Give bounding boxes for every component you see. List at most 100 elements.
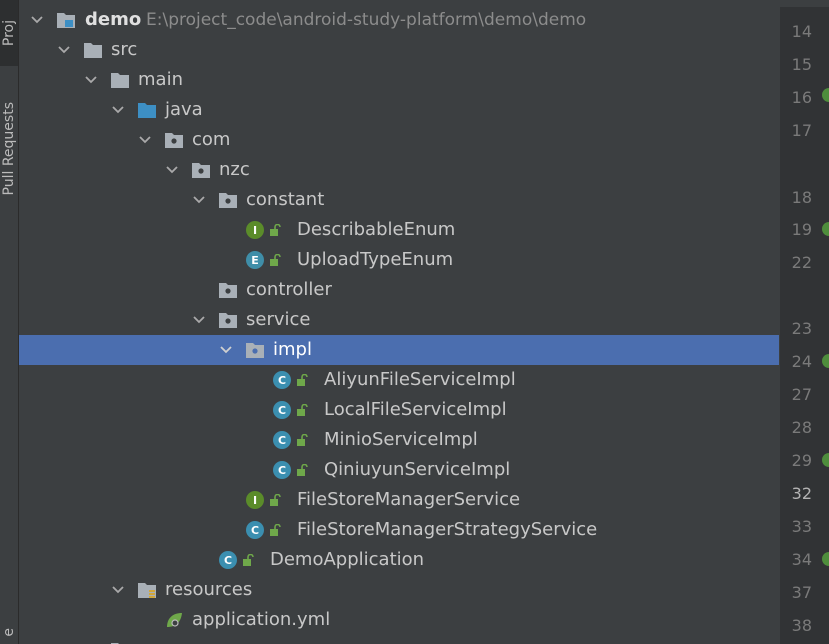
tree-label: com xyxy=(192,129,231,150)
package-icon xyxy=(246,343,264,358)
enum-icon: E xyxy=(246,251,264,269)
unlock-icon xyxy=(297,464,308,476)
line-number: 24 xyxy=(791,352,812,371)
implementation-gutter-icon[interactable] xyxy=(822,453,829,467)
line-number: 27 xyxy=(791,385,812,404)
class-icon: C xyxy=(273,401,291,419)
tree-row-local[interactable]: C LocalFileServiceImpl xyxy=(19,395,779,425)
tree-label: controller xyxy=(246,279,332,300)
line-number: 33 xyxy=(791,517,812,536)
package-icon xyxy=(219,313,237,328)
tree-row-partial xyxy=(19,635,779,644)
spring-boot-class-icon: C xyxy=(219,551,237,569)
tree-row-constant[interactable]: constant xyxy=(19,185,779,215)
folder-icon xyxy=(84,43,102,58)
chevron-down-icon xyxy=(84,635,98,644)
tree-row-fsm-strategy[interactable]: C FileStoreManagerStrategyService xyxy=(19,515,779,545)
tree-label: constant xyxy=(246,189,325,210)
resources-folder-icon xyxy=(138,583,156,598)
tree-row-fsm-service[interactable]: I FileStoreManagerService xyxy=(19,485,779,515)
line-number: 29 xyxy=(791,451,812,470)
unlock-icon xyxy=(270,254,281,266)
line-number: 16 xyxy=(791,88,812,107)
tree-row-com[interactable]: com xyxy=(19,125,779,155)
chevron-down-icon[interactable] xyxy=(192,305,206,335)
chevron-down-icon[interactable] xyxy=(138,125,152,155)
unlock-icon xyxy=(270,224,281,236)
unlock-icon xyxy=(243,554,254,566)
line-number: 23 xyxy=(791,319,812,338)
spring-leaf-icon xyxy=(167,613,182,627)
tree-row-minio[interactable]: C MinioServiceImpl xyxy=(19,425,779,455)
pull-requests-tool-tab[interactable]: Pull Requests xyxy=(0,84,18,214)
tree-row-describable-enum[interactable]: I DescribableEnum xyxy=(19,215,779,245)
tree-label: service xyxy=(246,309,311,330)
line-number: 22 xyxy=(791,253,812,272)
package-icon xyxy=(219,193,237,208)
editor-gutter: 14 15 16 17 18 19 22 23 24 27 28 29 32 3… xyxy=(779,0,829,644)
tree-row-controller[interactable]: controller xyxy=(19,275,779,305)
chevron-down-icon[interactable] xyxy=(192,185,206,215)
interface-icon: I xyxy=(246,221,264,239)
tree-row-impl[interactable]: impl xyxy=(19,335,779,365)
chevron-down-icon[interactable] xyxy=(165,155,179,185)
tree-row-resources[interactable]: resources xyxy=(19,575,779,605)
line-number: 34 xyxy=(791,550,812,569)
tree-row-demo-application[interactable]: C DemoApplication xyxy=(19,545,779,575)
tree-row-main[interactable]: main xyxy=(19,65,779,95)
tree-row-java[interactable]: java xyxy=(19,95,779,125)
line-number: 19 xyxy=(791,220,812,239)
chevron-down-icon[interactable] xyxy=(111,575,125,605)
unlock-icon xyxy=(297,434,308,446)
current-line-number: 32 xyxy=(791,484,812,503)
run-gutter-icon[interactable] xyxy=(822,88,829,102)
tree-row-service[interactable]: service xyxy=(19,305,779,335)
source-folder-icon xyxy=(138,103,156,118)
root-module-path: E:\project_code\android-study-platform\d… xyxy=(146,10,587,30)
package-icon xyxy=(219,283,237,298)
package-icon xyxy=(192,163,210,178)
chevron-down-icon[interactable] xyxy=(219,335,233,365)
class-icon: C xyxy=(273,431,291,449)
implementation-gutter-icon[interactable] xyxy=(822,354,829,368)
tree-label: DemoApplication xyxy=(270,549,425,570)
tree-label: src xyxy=(111,39,138,60)
tree-label: impl xyxy=(273,339,312,360)
class-icon: C xyxy=(273,371,291,389)
class-icon: C xyxy=(273,461,291,479)
tree-row-aliyun[interactable]: C AliyunFileServiceImpl xyxy=(19,365,779,395)
bottom-tab-label: e xyxy=(1,627,17,637)
bottom-tool-tab[interactable]: e xyxy=(0,620,18,644)
project-tab-label: Proj xyxy=(1,19,17,47)
tree-label: QiniuyunServiceImpl xyxy=(324,459,511,480)
root-module-label: demo xyxy=(85,9,142,30)
tree-row-qiniuyun[interactable]: C QiniuyunServiceImpl xyxy=(19,455,779,485)
tree-label: java xyxy=(165,99,203,120)
tree-label: FileStoreManagerService xyxy=(297,489,521,510)
chevron-down-icon[interactable] xyxy=(84,65,98,95)
tree-label: nzc xyxy=(219,159,250,180)
implementation-gutter-icon[interactable] xyxy=(822,222,829,236)
tree-label: application.yml xyxy=(192,609,331,630)
left-tool-strip: Proj Pull Requests e xyxy=(0,0,19,644)
implementation-gutter-icon[interactable] xyxy=(822,552,829,566)
interface-icon: I xyxy=(246,491,264,509)
tree-row-demo[interactable]: demo E:\project_code\android-study-platf… xyxy=(19,5,779,35)
folder-icon xyxy=(111,73,129,88)
unlock-icon xyxy=(270,524,281,536)
chevron-down-icon[interactable] xyxy=(111,95,125,125)
tree-label: resources xyxy=(165,579,253,600)
tree-label: AliyunFileServiceImpl xyxy=(324,369,516,390)
pull-requests-tab-label: Pull Requests xyxy=(1,102,17,196)
line-number: 14 xyxy=(791,22,812,41)
unlock-icon xyxy=(270,494,281,506)
tree-row-src[interactable]: src xyxy=(19,35,779,65)
tree-row-upload-type-enum[interactable]: E UploadTypeEnum xyxy=(19,245,779,275)
tree-row-application-yml[interactable]: application.yml xyxy=(19,605,779,635)
tree-label: DescribableEnum xyxy=(297,219,456,240)
project-tool-tab[interactable]: Proj xyxy=(0,0,18,66)
tree-row-nzc[interactable]: nzc xyxy=(19,155,779,185)
chevron-down-icon[interactable] xyxy=(57,35,71,65)
chevron-down-icon[interactable] xyxy=(30,5,44,35)
line-number: 18 xyxy=(791,188,812,207)
